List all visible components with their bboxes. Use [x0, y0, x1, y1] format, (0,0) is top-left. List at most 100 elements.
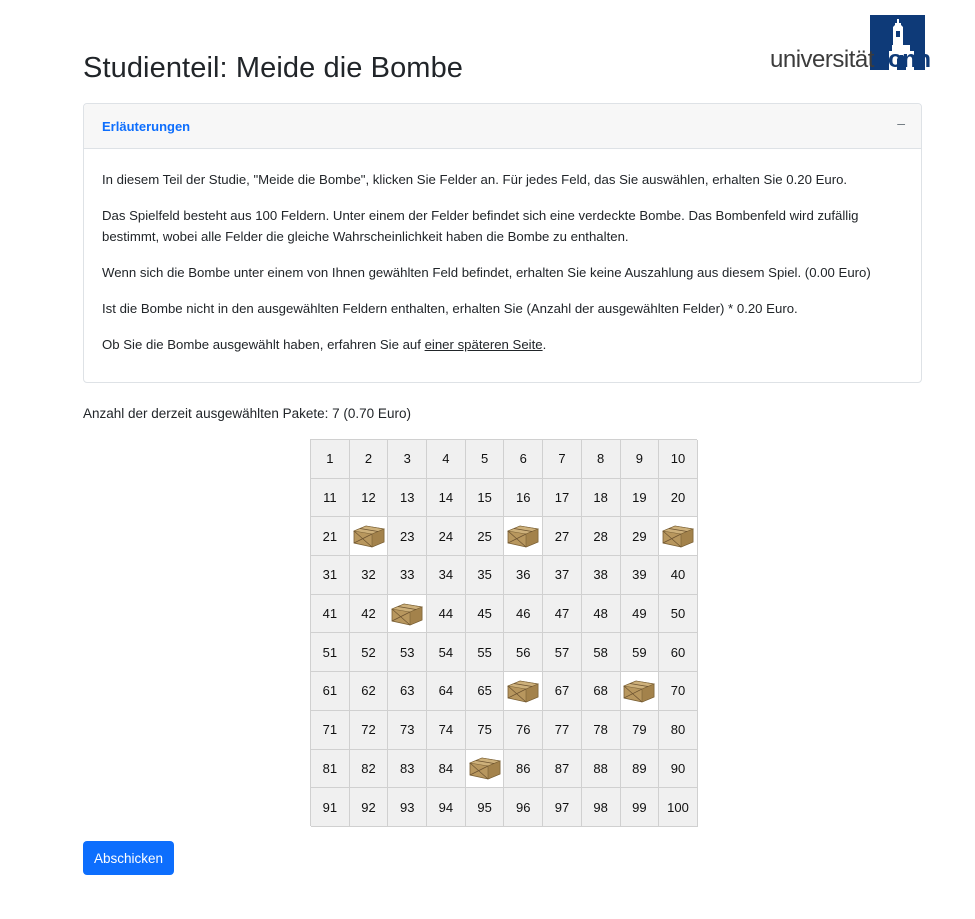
grid-cell-selected[interactable] [388, 594, 428, 634]
grid-cell[interactable]: 83 [388, 749, 428, 789]
grid-cell[interactable]: 11 [311, 478, 350, 518]
grid-cell[interactable]: 4 [427, 440, 466, 479]
grid-cell[interactable]: 23 [388, 517, 428, 557]
grid-cell[interactable]: 37 [543, 556, 582, 595]
grid-cell[interactable]: 25 [465, 517, 505, 557]
grid-cell[interactable]: 31 [311, 556, 350, 595]
grid-cell[interactable]: 79 [620, 710, 660, 750]
grid-cell[interactable]: 38 [581, 556, 621, 595]
grid-cell-selected[interactable] [620, 672, 660, 711]
grid-cell[interactable]: 41 [311, 594, 350, 634]
grid-cell[interactable]: 77 [543, 710, 582, 750]
grid-cell[interactable]: 48 [581, 594, 621, 634]
grid-cell[interactable]: 93 [388, 788, 428, 827]
grid-cell[interactable]: 100 [659, 788, 698, 827]
grid-cell[interactable]: 28 [581, 517, 621, 557]
grid-cell[interactable]: 19 [620, 478, 660, 518]
grid-cell[interactable]: 7 [543, 440, 582, 479]
grid-cell[interactable]: 36 [504, 556, 544, 595]
grid-cell[interactable]: 57 [543, 633, 582, 673]
grid-cell[interactable]: 76 [504, 710, 544, 750]
grid-cell[interactable]: 46 [504, 594, 544, 634]
grid-cell[interactable]: 78 [581, 710, 621, 750]
grid-cell[interactable]: 98 [581, 788, 621, 827]
grid-cell[interactable]: 63 [388, 672, 428, 711]
grid-cell[interactable]: 88 [581, 749, 621, 789]
explanations-header[interactable]: Erläuterungen – [84, 104, 921, 149]
grid-cell[interactable]: 62 [349, 672, 389, 711]
grid-cell[interactable]: 27 [543, 517, 582, 557]
grid-cell[interactable]: 8 [581, 440, 621, 479]
grid-cell-selected[interactable] [504, 672, 544, 711]
grid-cell[interactable]: 50 [659, 594, 698, 634]
grid-cell[interactable]: 51 [311, 633, 350, 673]
grid-cell[interactable]: 58 [581, 633, 621, 673]
grid-cell[interactable]: 39 [620, 556, 660, 595]
grid-cell[interactable]: 1 [311, 440, 350, 479]
grid-cell-selected[interactable] [349, 517, 389, 557]
submit-button[interactable]: Abschicken [83, 841, 174, 875]
grid-cell[interactable]: 82 [349, 749, 389, 789]
grid-cell[interactable]: 56 [504, 633, 544, 673]
grid-cell[interactable]: 17 [543, 478, 582, 518]
grid-cell[interactable]: 71 [311, 710, 350, 750]
grid-cell[interactable]: 61 [311, 672, 350, 711]
grid-cell[interactable]: 12 [349, 478, 389, 518]
grid-cell[interactable]: 68 [581, 672, 621, 711]
grid-cell[interactable]: 67 [543, 672, 582, 711]
grid-cell[interactable]: 90 [659, 749, 698, 789]
grid-cell[interactable]: 99 [620, 788, 660, 827]
grid-cell[interactable]: 60 [659, 633, 698, 673]
grid-cell[interactable]: 70 [659, 672, 698, 711]
grid-cell[interactable]: 65 [465, 672, 505, 711]
grid-cell[interactable]: 52 [349, 633, 389, 673]
grid-cell-selected[interactable] [659, 517, 698, 557]
grid-cell[interactable]: 18 [581, 478, 621, 518]
grid-cell[interactable]: 45 [465, 594, 505, 634]
grid-cell[interactable]: 96 [504, 788, 544, 827]
grid-cell[interactable]: 91 [311, 788, 350, 827]
grid-cell[interactable]: 13 [388, 478, 428, 518]
grid-cell[interactable]: 20 [659, 478, 698, 518]
grid-cell[interactable]: 2 [349, 440, 389, 479]
grid-cell[interactable]: 10 [659, 440, 698, 479]
grid-cell[interactable]: 6 [504, 440, 544, 479]
grid-cell[interactable]: 59 [620, 633, 660, 673]
grid-cell[interactable]: 97 [543, 788, 582, 827]
grid-cell[interactable]: 47 [543, 594, 582, 634]
grid-cell[interactable]: 54 [427, 633, 466, 673]
grid-cell[interactable]: 49 [620, 594, 660, 634]
grid-cell[interactable]: 24 [427, 517, 466, 557]
grid-cell[interactable]: 86 [504, 749, 544, 789]
grid-cell[interactable]: 53 [388, 633, 428, 673]
collapse-icon[interactable]: – [897, 115, 905, 131]
grid-cell[interactable]: 84 [427, 749, 466, 789]
grid-cell[interactable]: 33 [388, 556, 428, 595]
grid-cell[interactable]: 80 [659, 710, 698, 750]
grid-cell[interactable]: 29 [620, 517, 660, 557]
grid-cell[interactable]: 44 [427, 594, 466, 634]
grid-cell[interactable]: 72 [349, 710, 389, 750]
grid-cell[interactable]: 16 [504, 478, 544, 518]
grid-cell[interactable]: 81 [311, 749, 350, 789]
grid-cell[interactable]: 89 [620, 749, 660, 789]
grid-cell[interactable]: 34 [427, 556, 466, 595]
grid-cell[interactable]: 9 [620, 440, 660, 479]
grid-cell[interactable]: 73 [388, 710, 428, 750]
grid-cell[interactable]: 94 [427, 788, 466, 827]
grid-cell[interactable]: 55 [465, 633, 505, 673]
grid-cell-selected[interactable] [465, 749, 505, 789]
grid-cell[interactable]: 87 [543, 749, 582, 789]
grid-cell[interactable]: 95 [465, 788, 505, 827]
grid-cell[interactable]: 14 [427, 478, 466, 518]
grid-cell[interactable]: 5 [465, 440, 505, 479]
grid-cell[interactable]: 32 [349, 556, 389, 595]
grid-cell[interactable]: 74 [427, 710, 466, 750]
grid-cell[interactable]: 92 [349, 788, 389, 827]
grid-cell[interactable]: 64 [427, 672, 466, 711]
grid-cell[interactable]: 21 [311, 517, 350, 557]
grid-cell[interactable]: 3 [388, 440, 428, 479]
grid-cell[interactable]: 15 [465, 478, 505, 518]
grid-cell[interactable]: 40 [659, 556, 698, 595]
grid-cell[interactable]: 75 [465, 710, 505, 750]
